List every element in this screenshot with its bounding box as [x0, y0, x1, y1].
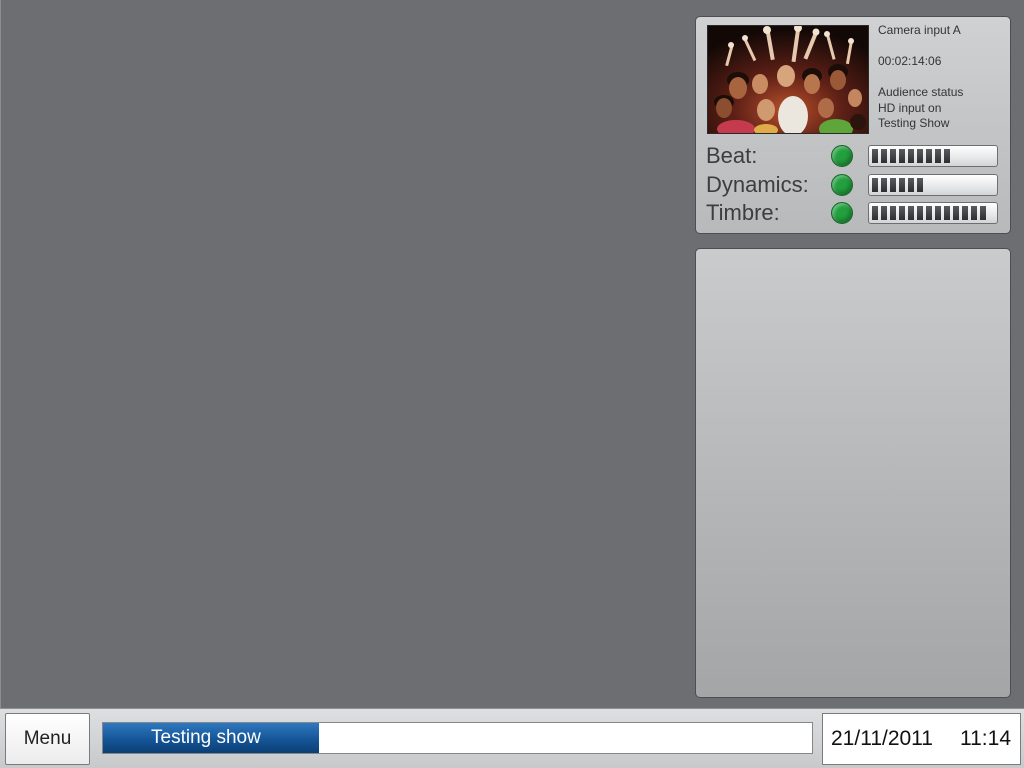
status-line: Testing Show	[878, 116, 950, 130]
level-meter-bar	[868, 173, 998, 196]
meter-segment	[881, 149, 887, 163]
time-display: 11:14	[960, 727, 1011, 750]
meter-row-timbre: Timbre:	[696, 199, 1010, 228]
audio-meters: Beat: Dynamics: Timbre:	[696, 142, 1010, 228]
meter-segment	[980, 206, 986, 220]
meter-segment	[971, 206, 977, 220]
meter-segment	[944, 149, 950, 163]
meter-segment	[872, 177, 878, 192]
status-led-icon	[831, 173, 853, 196]
meter-segment	[917, 149, 923, 163]
camera-input-name: Camera input A	[878, 23, 961, 37]
status-line: Audience status	[878, 85, 964, 99]
level-meter-bar	[868, 202, 998, 224]
meter-segment	[899, 206, 905, 220]
meter-label: Beat:	[706, 143, 758, 168]
status-led-icon	[831, 145, 853, 167]
meter-segment	[881, 206, 887, 220]
meter-segment	[908, 206, 914, 220]
meter-label: Dynamics:	[706, 171, 809, 197]
meter-segment	[926, 206, 932, 220]
meter-segment	[899, 149, 905, 163]
meter-segment	[962, 206, 968, 220]
meter-segment	[899, 177, 905, 192]
bottom-toolbar: Menu Testing show 21/11/2011 11:14	[0, 708, 1024, 768]
meter-segment	[917, 177, 923, 192]
meter-row-beat: Beat:	[696, 142, 1010, 171]
meter-segment	[881, 177, 887, 192]
meter-segment	[872, 206, 878, 220]
crowd-photo	[708, 26, 868, 133]
progress-label: Testing show	[151, 727, 261, 748]
meter-row-dynamics: Dynamics:	[696, 171, 1010, 200]
camera-preview-thumbnail	[707, 25, 869, 134]
meter-segment	[935, 206, 941, 220]
meter-segment	[890, 149, 896, 163]
meter-segment	[908, 149, 914, 163]
camera-status-panel: Camera input A 00:02:14:06 Audience stat…	[695, 16, 1011, 234]
meter-label: Timbre:	[706, 200, 780, 225]
meter-segment	[944, 206, 950, 220]
meter-segment	[935, 149, 941, 163]
meter-segment	[908, 177, 914, 192]
secondary-panel	[695, 248, 1011, 698]
meter-segment	[953, 206, 959, 220]
status-led-icon	[831, 202, 853, 224]
date-time-display: 21/11/2011 11:14	[822, 713, 1021, 765]
meter-segment	[917, 206, 923, 220]
meter-segment	[890, 206, 896, 220]
show-progress-bar: Testing show	[102, 722, 813, 754]
camera-status-lines: Audience status HD input on Testing Show	[878, 85, 963, 132]
status-line: HD input on	[878, 100, 942, 115]
date-display: 21/11/2011	[831, 727, 933, 750]
meter-segment	[890, 177, 896, 192]
level-meter-bar	[868, 145, 998, 167]
menu-button[interactable]: Menu	[5, 713, 90, 765]
timecode: 00:02:14:06	[878, 54, 942, 68]
meter-segment	[926, 149, 932, 163]
meter-segment	[872, 149, 878, 163]
